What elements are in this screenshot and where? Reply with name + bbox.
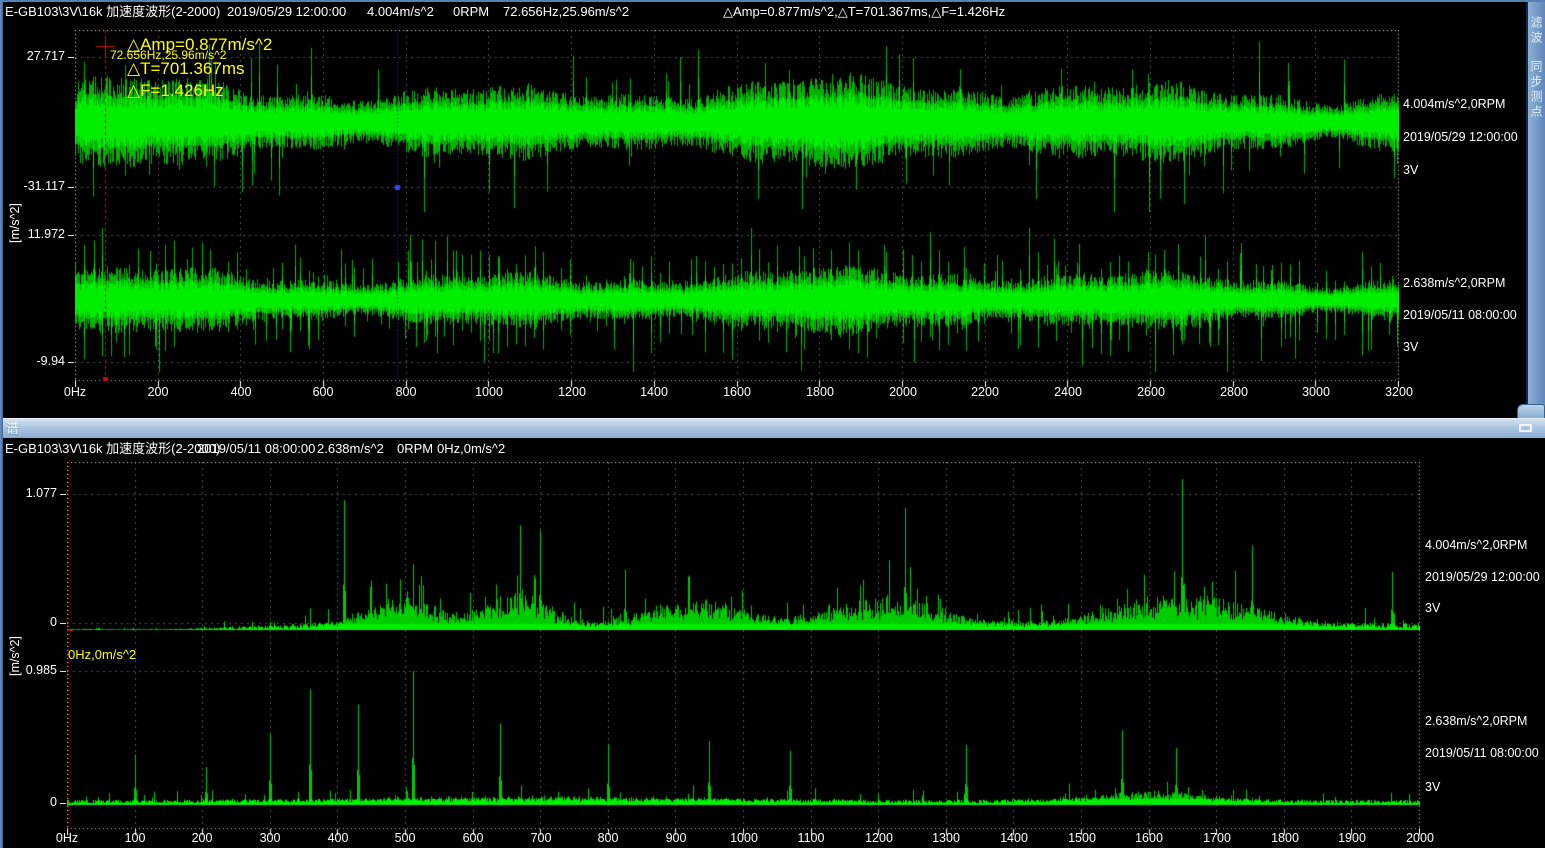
waveform-cursor-readout: 72.656Hz,25.96m/s^2 bbox=[503, 4, 629, 19]
waveform-trace2-channel-label: 3V bbox=[1403, 340, 1418, 354]
spectrum-trace2-channel-label: 3V bbox=[1425, 780, 1440, 794]
waveform-trace1-amp-label: 4.004m/s^2,0RPM bbox=[1403, 97, 1505, 111]
spectrum-timestamp: 2019/05/11 08:00:00 bbox=[197, 441, 315, 456]
waveform-x-tick-label: 600 bbox=[293, 385, 353, 399]
spectrum-rpm: 0RPM bbox=[397, 441, 433, 456]
spectrum-x-tick-label: 400 bbox=[308, 831, 368, 845]
spectrum-x-tick-label: 500 bbox=[375, 831, 435, 845]
spectrum-x-tick-label: 300 bbox=[240, 831, 300, 845]
waveform-y-tick-mark bbox=[68, 57, 74, 58]
spectrum-cursor-annotation: 0Hz,0m/s^2 bbox=[68, 647, 136, 662]
spectrum-y-tick-mark bbox=[60, 671, 66, 672]
waveform-title: E-GB103\3V\16k 加速度波形(2-2000) bbox=[5, 4, 220, 19]
waveform-y-tick-label: -31.117 bbox=[17, 179, 65, 193]
spectrum-x-tick-label: 100 bbox=[105, 831, 165, 845]
waveform-x-tick-label: 200 bbox=[128, 385, 188, 399]
spectrum-x-tick-label: 1500 bbox=[1052, 831, 1112, 845]
spectrum-x-tick-label: 1900 bbox=[1322, 831, 1382, 845]
waveform-x-tick-label: 2000 bbox=[873, 385, 933, 399]
spectrum-plot[interactable] bbox=[67, 462, 1420, 836]
spectrum-y-tick-label: 0.985 bbox=[9, 663, 57, 677]
waveform-amplitude: 4.004m/s^2 bbox=[367, 4, 434, 19]
waveform-trace1-date-label: 2019/05/29 12:00:00 bbox=[1403, 130, 1518, 144]
waveform-x-tick-label: 2200 bbox=[955, 385, 1015, 399]
waveform-rpm: 0RPM bbox=[453, 4, 489, 19]
spectrum-x-tick-label: 600 bbox=[443, 831, 503, 845]
waveform-y-tick-label: 11.972 bbox=[17, 227, 65, 241]
spectrum-trace1-channel-label: 3V bbox=[1425, 601, 1440, 615]
waveform-x-tick-label: 1400 bbox=[624, 385, 684, 399]
delta-f-annotation: △F=1.426Hz bbox=[127, 81, 224, 101]
right-toolbar: 滤波 同步测点 bbox=[1526, 2, 1545, 418]
spectrum-y-tick-mark bbox=[60, 623, 66, 624]
waveform-trace2-amp-label: 2.638m/s^2,0RPM bbox=[1403, 276, 1505, 290]
restore-icon[interactable] bbox=[1519, 424, 1532, 432]
waveform-x-tick-label: 800 bbox=[376, 385, 436, 399]
spectrum-x-tick-label: 1600 bbox=[1119, 831, 1179, 845]
spectrum-y-tick-label: 1.077 bbox=[9, 486, 57, 500]
waveform-x-tick-label: 2600 bbox=[1121, 385, 1181, 399]
spectrum-x-tick-label: 200 bbox=[172, 831, 232, 845]
waveform-x-tick-label: 1000 bbox=[459, 385, 519, 399]
spectrum-pane-title: 谱 bbox=[6, 421, 19, 436]
spectrum-trace2-date-label: 2019/05/11 08:00:00 bbox=[1425, 746, 1539, 760]
spectrum-pane-titlebar[interactable]: 谱 bbox=[3, 418, 1545, 438]
window-top-border bbox=[0, 0, 1545, 2]
spectrum-x-tick-label: 1100 bbox=[781, 831, 841, 845]
spectrum-cursor-readout: 0Hz,0m/s^2 bbox=[437, 441, 505, 456]
spectrum-trace1-amp-label: 4.004m/s^2,0RPM bbox=[1425, 538, 1527, 552]
toolbar-tab-filter[interactable]: 滤波 bbox=[1528, 16, 1545, 46]
waveform-plot[interactable] bbox=[75, 30, 1399, 388]
waveform-x-tick-label: 2400 bbox=[1038, 385, 1098, 399]
spectrum-y-tick-label: 0 bbox=[9, 615, 57, 629]
waveform-y-tick-mark bbox=[68, 362, 74, 363]
waveform-y-tick-mark bbox=[68, 235, 74, 236]
spectrum-x-tick-label: 0Hz bbox=[37, 831, 97, 845]
waveform-trace1-channel-label: 3V bbox=[1403, 163, 1418, 177]
delta-t-annotation: △T=701.367ms bbox=[127, 59, 245, 79]
waveform-y-tick-label: -9.94 bbox=[17, 354, 65, 368]
spectrum-x-tick-label: 1000 bbox=[714, 831, 774, 845]
waveform-trace2-date-label: 2019/05/11 08:00:00 bbox=[1403, 308, 1517, 322]
spectrum-x-tick-label: 1700 bbox=[1187, 831, 1247, 845]
waveform-x-tick-label: 0Hz bbox=[45, 385, 105, 399]
spectrum-y-tick-label: 0 bbox=[9, 795, 57, 809]
waveform-y-tick-mark bbox=[68, 187, 74, 188]
waveform-x-tick-label: 3200 bbox=[1369, 385, 1429, 399]
spectrum-x-tick-label: 1300 bbox=[916, 831, 976, 845]
spectrum-x-tick-label: 1800 bbox=[1255, 831, 1315, 845]
waveform-y-tick-label: 27.717 bbox=[17, 49, 65, 63]
waveform-timestamp: 2019/05/29 12:00:00 bbox=[227, 4, 346, 19]
spectrum-title: E-GB103\3V\16k 加速度波形(2-2000) bbox=[5, 441, 220, 456]
spectrum-x-tick-label: 1400 bbox=[984, 831, 1044, 845]
spectrum-x-tick-label: 800 bbox=[578, 831, 638, 845]
waveform-delta-readout: △Amp=0.877m/s^2,△T=701.367ms,△F=1.426Hz bbox=[723, 4, 1005, 19]
waveform-x-tick-label: 1600 bbox=[707, 385, 767, 399]
spectrum-x-tick-label: 900 bbox=[646, 831, 706, 845]
waveform-x-tick-label: 1800 bbox=[790, 385, 850, 399]
waveform-x-tick-label: 400 bbox=[211, 385, 271, 399]
vibration-analysis-window: E-GB103\3V\16k 加速度波形(2-2000) 2019/05/29 … bbox=[0, 0, 1545, 848]
spectrum-trace2-amp-label: 2.638m/s^2,0RPM bbox=[1425, 714, 1527, 728]
spectrum-y-tick-mark bbox=[60, 803, 66, 804]
spectrum-amplitude: 2.638m/s^2 bbox=[317, 441, 384, 456]
toolbar-tab-sync-points[interactable]: 同步测点 bbox=[1528, 60, 1545, 120]
spectrum-y-tick-mark bbox=[60, 494, 66, 495]
waveform-x-tick-label: 1200 bbox=[542, 385, 602, 399]
spectrum-x-tick-label: 700 bbox=[511, 831, 571, 845]
spectrum-x-tick-label: 2000 bbox=[1390, 831, 1450, 845]
waveform-x-tick-label: 3000 bbox=[1286, 385, 1346, 399]
waveform-x-tick-label: 2800 bbox=[1204, 385, 1264, 399]
spectrum-trace1-date-label: 2019/05/29 12:00:00 bbox=[1425, 570, 1540, 584]
pane-corner-tab[interactable] bbox=[1517, 404, 1545, 418]
spectrum-x-tick-label: 1200 bbox=[849, 831, 909, 845]
